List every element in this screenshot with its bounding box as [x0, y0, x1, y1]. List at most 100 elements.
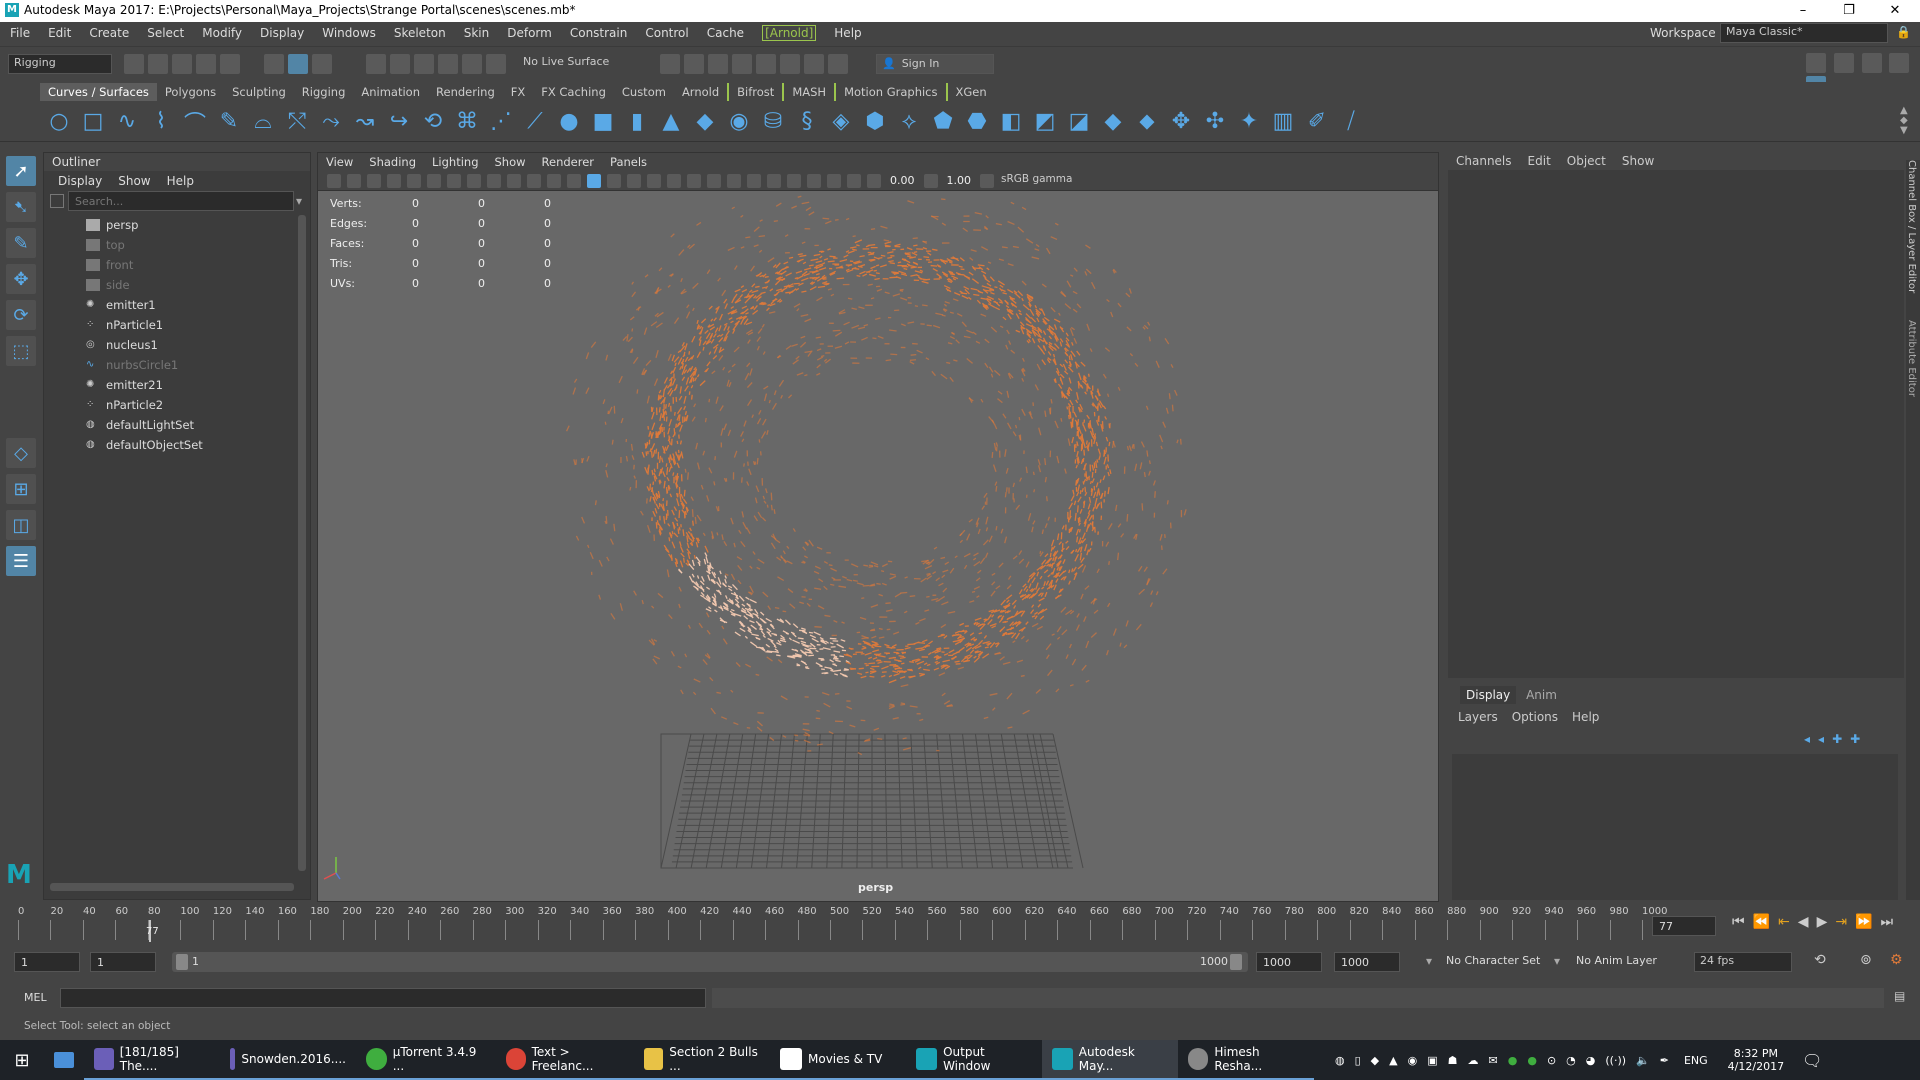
snap-view-icon[interactable] — [438, 53, 458, 74]
move-layer-up-icon[interactable]: ◂ — [1804, 732, 1810, 746]
tray-icon[interactable]: ☗ — [1448, 1054, 1458, 1067]
step-forward-frame-icon[interactable]: ⇥ — [1835, 914, 1847, 930]
play-backwards-icon[interactable]: ◀ — [1798, 914, 1809, 930]
wireframe-on-shaded-icon[interactable] — [627, 173, 641, 188]
taskbar-item[interactable]: Text > Freelanc... — [496, 1040, 634, 1080]
tray-icon[interactable]: ⊙ — [1547, 1054, 1556, 1067]
insert-isoparm-icon[interactable]: ▥ — [1270, 109, 1296, 135]
revolve-icon[interactable]: ⛁ — [760, 109, 786, 135]
nurbs-square-icon[interactable]: □ — [80, 109, 106, 135]
task-view-button[interactable] — [44, 1040, 84, 1080]
play-forwards-icon[interactable]: ▶ — [1817, 914, 1828, 930]
menu-select[interactable]: Select — [147, 26, 184, 40]
animation-start-field[interactable] — [14, 952, 80, 972]
loft-icon[interactable]: § — [794, 109, 820, 135]
outliner-item-top[interactable]: top — [44, 235, 310, 255]
paint-select-tool-icon[interactable]: ✎ — [6, 228, 36, 258]
rebuild-curve-icon[interactable]: ⌘ — [454, 109, 480, 135]
viewport-scene[interactable] — [318, 193, 1438, 901]
start-button[interactable]: ⊞ — [0, 1040, 44, 1080]
redo-icon[interactable] — [220, 53, 240, 74]
extend-curve-icon[interactable]: ↪ — [386, 109, 412, 135]
outliner-item-defaultlightset[interactable]: ◍ defaultLightSet — [44, 415, 310, 435]
bookmark-icon[interactable] — [367, 173, 381, 188]
lights-icon[interactable] — [667, 173, 681, 188]
language-indicator[interactable]: ENG — [1684, 1054, 1708, 1067]
taskbar-item[interactable]: Movies & TV — [770, 1040, 906, 1080]
move-layer-down-icon[interactable]: ◂ — [1818, 732, 1824, 746]
menu-deform[interactable]: Deform — [507, 26, 552, 40]
live-surface-field[interactable]: No Live Surface — [518, 53, 618, 74]
lock-icon[interactable]: 🔒 — [1896, 25, 1911, 39]
taskbar-item[interactable]: [181/185] The.... — [84, 1040, 220, 1080]
range-start-handle[interactable] — [176, 954, 188, 970]
outliner-item-emitter1[interactable]: ✺ emitter1 — [44, 295, 310, 315]
select-component-icon[interactable] — [312, 53, 332, 74]
square-surface-icon[interactable]: ◧ — [998, 109, 1024, 135]
layer-menu-options[interactable]: Options — [1512, 710, 1558, 724]
toggle-tool-settings-icon[interactable] — [1861, 53, 1882, 73]
tray-icon[interactable]: ✉ — [1489, 1054, 1498, 1067]
offset-curve-icon[interactable]: ⟲ — [420, 109, 446, 135]
channel-box-menu-edit[interactable]: Edit — [1528, 154, 1551, 168]
depth-of-field-icon[interactable] — [767, 173, 781, 188]
safe-action-icon[interactable] — [547, 173, 561, 188]
tray-icon[interactable]: ◕ — [1586, 1054, 1596, 1067]
attach-curves-icon[interactable]: ⤲ — [284, 109, 310, 135]
render-frame-icon[interactable] — [684, 53, 704, 74]
outliner-horizontal-scrollbar[interactable] — [50, 883, 294, 891]
outliner-item-nurbscircle1[interactable]: ∿ nurbsCircle1 — [44, 355, 310, 375]
four-view-layout-icon[interactable]: ⊞ — [6, 474, 36, 504]
layer-tab-anim[interactable]: Anim — [1520, 686, 1563, 704]
tray-icon[interactable]: ◍ — [1335, 1054, 1345, 1067]
attach-surfaces-icon[interactable]: ✥ — [1168, 109, 1194, 135]
nurbs-cylinder-icon[interactable]: ▮ — [624, 109, 650, 135]
select-tool-icon[interactable]: ➚ — [6, 156, 36, 186]
shelf-tab-fx[interactable]: FX — [503, 83, 534, 101]
camera-attributes-icon[interactable] — [347, 173, 361, 188]
range-end-handle[interactable] — [1230, 954, 1242, 970]
viewport-menu-shading[interactable]: Shading — [369, 155, 416, 169]
curve-edit-icon[interactable]: ⟋ — [522, 109, 548, 135]
range-slider-bar[interactable]: 1 1000 — [172, 952, 1248, 972]
boundary-icon[interactable]: ⬣ — [964, 109, 990, 135]
wireframe-icon[interactable] — [567, 173, 581, 188]
workspace-dropdown[interactable]: Maya Classic* — [1720, 23, 1888, 43]
shelf-tab-fx-caching[interactable]: FX Caching — [533, 83, 614, 101]
outliner-item-defaultobjectset[interactable]: ◍ defaultObjectSet — [44, 435, 310, 455]
playback-end-field[interactable] — [1256, 952, 1322, 972]
outliner-menu-help[interactable]: Help — [167, 174, 194, 188]
gate-mask-icon[interactable] — [507, 173, 521, 188]
exposure-value[interactable]: 0.00 — [890, 174, 915, 187]
grease-pencil-icon[interactable] — [427, 173, 441, 188]
detach-surfaces-icon[interactable]: ✣ — [1202, 109, 1228, 135]
open-scene-icon[interactable] — [148, 53, 168, 74]
menu-file[interactable]: File — [10, 26, 30, 40]
snap-pivot-icon[interactable] — [486, 53, 506, 74]
clock[interactable]: 8:32 PM 4/12/2017 — [1728, 1047, 1784, 1073]
add-points-icon[interactable]: ⋰ — [488, 109, 514, 135]
intersect-icon[interactable]: ◪ — [1066, 109, 1092, 135]
nurbs-cube-icon[interactable]: ■ — [590, 109, 616, 135]
attribute-editor-side-tab[interactable]: Attribute Editor — [1906, 320, 1917, 397]
gamma-value[interactable]: 1.00 — [947, 174, 972, 187]
undo-icon[interactable] — [196, 53, 216, 74]
script-editor-icon[interactable]: ▤ — [1894, 989, 1905, 1003]
outliner-item-nparticle2[interactable]: ⁘ nParticle2 — [44, 395, 310, 415]
tray-icon[interactable]: ◉ — [1408, 1054, 1418, 1067]
tray-icon[interactable]: ◔ — [1566, 1054, 1576, 1067]
taskbar-item[interactable]: Autodesk May... — [1042, 1040, 1178, 1080]
toggle-modeling-toolkit-icon[interactable] — [1806, 53, 1826, 73]
menu-create[interactable]: Create — [89, 26, 129, 40]
outliner-search-input[interactable] — [68, 191, 294, 211]
new-layer-selected-icon[interactable]: ✚ — [1850, 732, 1860, 746]
xray-icon[interactable] — [807, 173, 821, 188]
anim-layer-arrow-icon[interactable]: ▾ — [1554, 954, 1560, 968]
render-view-icon[interactable] — [660, 53, 680, 74]
rotate-tool-icon[interactable]: ⟳ — [6, 300, 36, 330]
resolution-gate-icon[interactable] — [487, 173, 501, 188]
menuset-dropdown[interactable]: Rigging — [8, 53, 112, 74]
untrim-icon[interactable]: ⬥ — [1134, 109, 1160, 135]
shelf-tab-rendering[interactable]: Rendering — [428, 83, 503, 101]
scale-tool-icon[interactable]: ⬚ — [6, 336, 36, 366]
